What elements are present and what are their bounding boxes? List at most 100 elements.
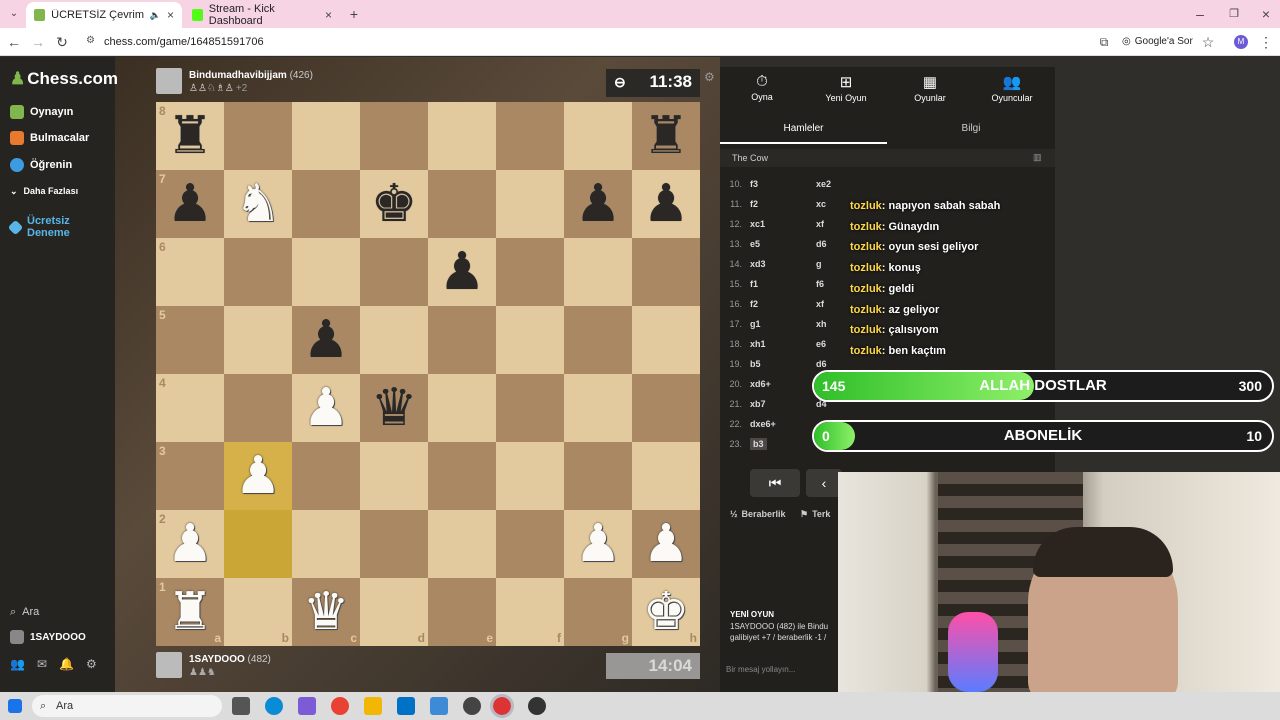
white-queen-piece[interactable]: ♛ bbox=[303, 586, 350, 638]
window-close-icon[interactable]: × bbox=[1256, 4, 1276, 24]
square-c2[interactable] bbox=[292, 510, 360, 578]
top-player-name[interactable]: Bindumadhavibijjam bbox=[189, 70, 287, 81]
square-a4[interactable]: 4 bbox=[156, 374, 224, 442]
square-f4[interactable] bbox=[496, 374, 564, 442]
tab-list-chevron-icon[interactable]: ⌄ bbox=[4, 4, 24, 24]
square-a5[interactable]: 5 bbox=[156, 306, 224, 374]
square-d4[interactable]: ♛ bbox=[360, 374, 428, 442]
square-f7[interactable] bbox=[496, 170, 564, 238]
install-icon[interactable]: ⧉ bbox=[1094, 32, 1114, 52]
chat-input[interactable]: Bir mesaj yollayın... bbox=[720, 657, 840, 683]
square-b7[interactable]: ♞ bbox=[224, 170, 292, 238]
google-lens-button[interactable]: ◎ Google'a Sor bbox=[1122, 36, 1193, 47]
avatar[interactable] bbox=[156, 68, 182, 94]
square-f5[interactable] bbox=[496, 306, 564, 374]
tab-play[interactable]: ⏱ Oyna bbox=[722, 67, 802, 117]
friends-icon[interactable]: 👥 bbox=[10, 657, 25, 671]
minimize-icon[interactable]: – bbox=[1190, 4, 1210, 24]
square-h7[interactable]: ♟ bbox=[632, 170, 700, 238]
square-b1[interactable]: b bbox=[224, 578, 292, 646]
square-b8[interactable] bbox=[224, 102, 292, 170]
square-d7[interactable]: ♚ bbox=[360, 170, 428, 238]
square-h6[interactable] bbox=[632, 238, 700, 306]
draw-button[interactable]: ½ Beraberlik bbox=[730, 509, 786, 519]
square-e4[interactable] bbox=[428, 374, 496, 442]
white-pawn-piece[interactable]: ♟ bbox=[643, 518, 690, 570]
square-f6[interactable] bbox=[496, 238, 564, 306]
square-d6[interactable] bbox=[360, 238, 428, 306]
white-knight-piece[interactable]: ♞ bbox=[235, 178, 282, 230]
opening-name[interactable]: The Cow bbox=[720, 149, 1055, 167]
black-pawn-piece[interactable]: ♟ bbox=[303, 314, 350, 366]
settings-gear-icon[interactable]: ⚙ bbox=[86, 657, 97, 671]
square-e7[interactable] bbox=[428, 170, 496, 238]
white-move[interactable]: f2 bbox=[750, 199, 816, 209]
outlook-icon[interactable] bbox=[397, 697, 415, 715]
reload-icon[interactable]: ↻ bbox=[52, 32, 72, 52]
black-rook-piece[interactable]: ♜ bbox=[643, 110, 690, 162]
forward-arrow-icon[interactable]: → bbox=[28, 32, 48, 52]
square-b3[interactable]: ♟ bbox=[224, 442, 292, 510]
sidebar-item-learn[interactable]: Öğrenin bbox=[10, 155, 72, 175]
site-info-icon[interactable]: ⚙ bbox=[86, 35, 95, 46]
board-settings-gear-icon[interactable]: ⚙ bbox=[704, 70, 715, 84]
square-b4[interactable] bbox=[224, 374, 292, 442]
white-move[interactable]: dxe6+ bbox=[750, 419, 816, 429]
white-king-piece[interactable]: ♚ bbox=[643, 586, 690, 638]
square-e1[interactable]: e bbox=[428, 578, 496, 646]
square-e8[interactable] bbox=[428, 102, 496, 170]
bookmark-star-icon[interactable]: ☆ bbox=[1198, 32, 1218, 52]
chrome-active-icon[interactable] bbox=[490, 694, 514, 718]
resign-button[interactable]: ⚑ Terk bbox=[800, 509, 830, 520]
square-g7[interactable]: ♟ bbox=[564, 170, 632, 238]
tab-kick[interactable]: Stream - Kick Dashboard × bbox=[184, 2, 340, 28]
white-move[interactable]: f1 bbox=[750, 279, 816, 289]
new-tab-plus-icon[interactable]: + bbox=[344, 4, 364, 24]
square-g5[interactable] bbox=[564, 306, 632, 374]
square-f3[interactable] bbox=[496, 442, 564, 510]
square-d2[interactable] bbox=[360, 510, 428, 578]
square-b6[interactable] bbox=[224, 238, 292, 306]
square-c8[interactable] bbox=[292, 102, 360, 170]
subtab-info[interactable]: Bilgi bbox=[887, 119, 1055, 144]
mute-icon[interactable]: 🔈 bbox=[150, 10, 161, 21]
white-pawn-piece[interactable]: ♟ bbox=[235, 450, 282, 502]
white-move[interactable]: xd6+ bbox=[750, 379, 816, 389]
profile-avatar[interactable]: M bbox=[1234, 35, 1248, 49]
square-h5[interactable] bbox=[632, 306, 700, 374]
square-a2[interactable]: ♟ 2 bbox=[156, 510, 224, 578]
url-field[interactable]: chess.com/game/164851591706 bbox=[82, 31, 1092, 53]
square-c1[interactable]: ♛ c bbox=[292, 578, 360, 646]
square-g2[interactable]: ♟ bbox=[564, 510, 632, 578]
black-pawn-piece[interactable]: ♟ bbox=[643, 178, 690, 230]
square-h4[interactable] bbox=[632, 374, 700, 442]
copilot-icon[interactable] bbox=[298, 697, 316, 715]
black-king-piece[interactable]: ♚ bbox=[371, 178, 418, 230]
avatar[interactable] bbox=[156, 652, 182, 678]
back-arrow-icon[interactable]: ← bbox=[4, 32, 24, 52]
white-move[interactable]: f3 bbox=[750, 179, 816, 189]
file-explorer-icon[interactable] bbox=[364, 697, 382, 715]
first-move-button[interactable]: ⏮ bbox=[750, 469, 800, 497]
square-h2[interactable]: ♟ bbox=[632, 510, 700, 578]
square-a7[interactable]: ♟ 7 bbox=[156, 170, 224, 238]
notifications-bell-icon[interactable]: 🔔 bbox=[59, 657, 74, 671]
close-icon[interactable]: × bbox=[325, 8, 332, 22]
white-move[interactable]: xc1 bbox=[750, 219, 816, 229]
square-f8[interactable] bbox=[496, 102, 564, 170]
white-move[interactable]: e5 bbox=[750, 239, 816, 249]
mail-icon[interactable]: ✉ bbox=[37, 657, 47, 671]
square-e2[interactable] bbox=[428, 510, 496, 578]
square-g8[interactable] bbox=[564, 102, 632, 170]
sidebar-item-play[interactable]: Oynayın bbox=[10, 102, 73, 122]
white-move[interactable]: xb7 bbox=[750, 399, 816, 409]
square-a8[interactable]: ♜ 8 bbox=[156, 102, 224, 170]
black-rook-piece[interactable]: ♜ bbox=[167, 110, 214, 162]
black-pawn-piece[interactable]: ♟ bbox=[575, 178, 622, 230]
square-e3[interactable] bbox=[428, 442, 496, 510]
black-pawn-piece[interactable]: ♟ bbox=[167, 178, 214, 230]
square-e6[interactable]: ♟ bbox=[428, 238, 496, 306]
square-e5[interactable] bbox=[428, 306, 496, 374]
square-b2[interactable] bbox=[224, 510, 292, 578]
white-move[interactable]: xh1 bbox=[750, 339, 816, 349]
